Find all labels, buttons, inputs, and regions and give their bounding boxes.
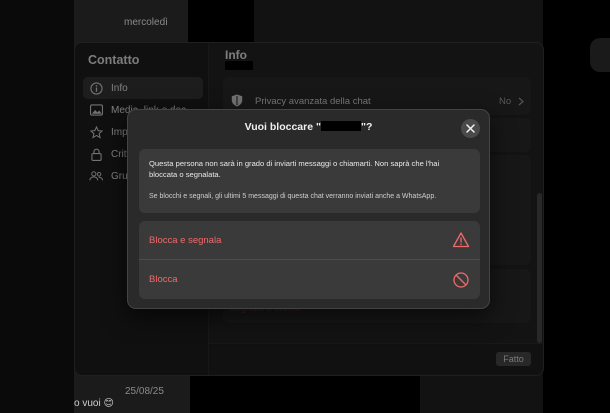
dialog-note: Se blocchi e segnali, gli ultimi 5 messa… — [149, 193, 437, 200]
right-edge-tab — [590, 38, 610, 72]
chat-date-bottom: 25/08/25 — [125, 386, 164, 397]
dialog-description-box: Questa persona non sarà in grado di invi… — [139, 149, 480, 213]
dialog-title-prefix: Vuoi bloccare " — [244, 121, 321, 133]
block-button[interactable]: Blocca — [139, 260, 480, 299]
dialog-title: Vuoi bloccare " "? — [128, 121, 489, 133]
dialog-description: Questa persona non sarà in grado di invi… — [149, 159, 440, 179]
block-dialog: Vuoi bloccare " "? Questa persona non sar… — [127, 109, 490, 309]
message-snippet: o vuoi 😊 — [74, 398, 114, 409]
left-background — [0, 0, 74, 413]
close-button[interactable] — [461, 119, 480, 138]
redacted-area — [188, 0, 254, 42]
dialog-title-suffix: "? — [360, 121, 373, 133]
redacted-contact-name — [320, 121, 361, 131]
block-and-report-button[interactable]: Blocca e segnala — [139, 221, 480, 260]
action-label: Blocca — [149, 274, 178, 285]
dialog-actions: Blocca e segnala Blocca — [139, 221, 480, 299]
close-icon — [466, 124, 475, 133]
redacted-area-bottom — [190, 376, 420, 413]
action-label: Blocca e segnala — [149, 234, 222, 246]
warning-icon — [452, 232, 470, 248]
block-icon — [453, 271, 469, 288]
chat-date: mercoledì — [124, 17, 168, 28]
